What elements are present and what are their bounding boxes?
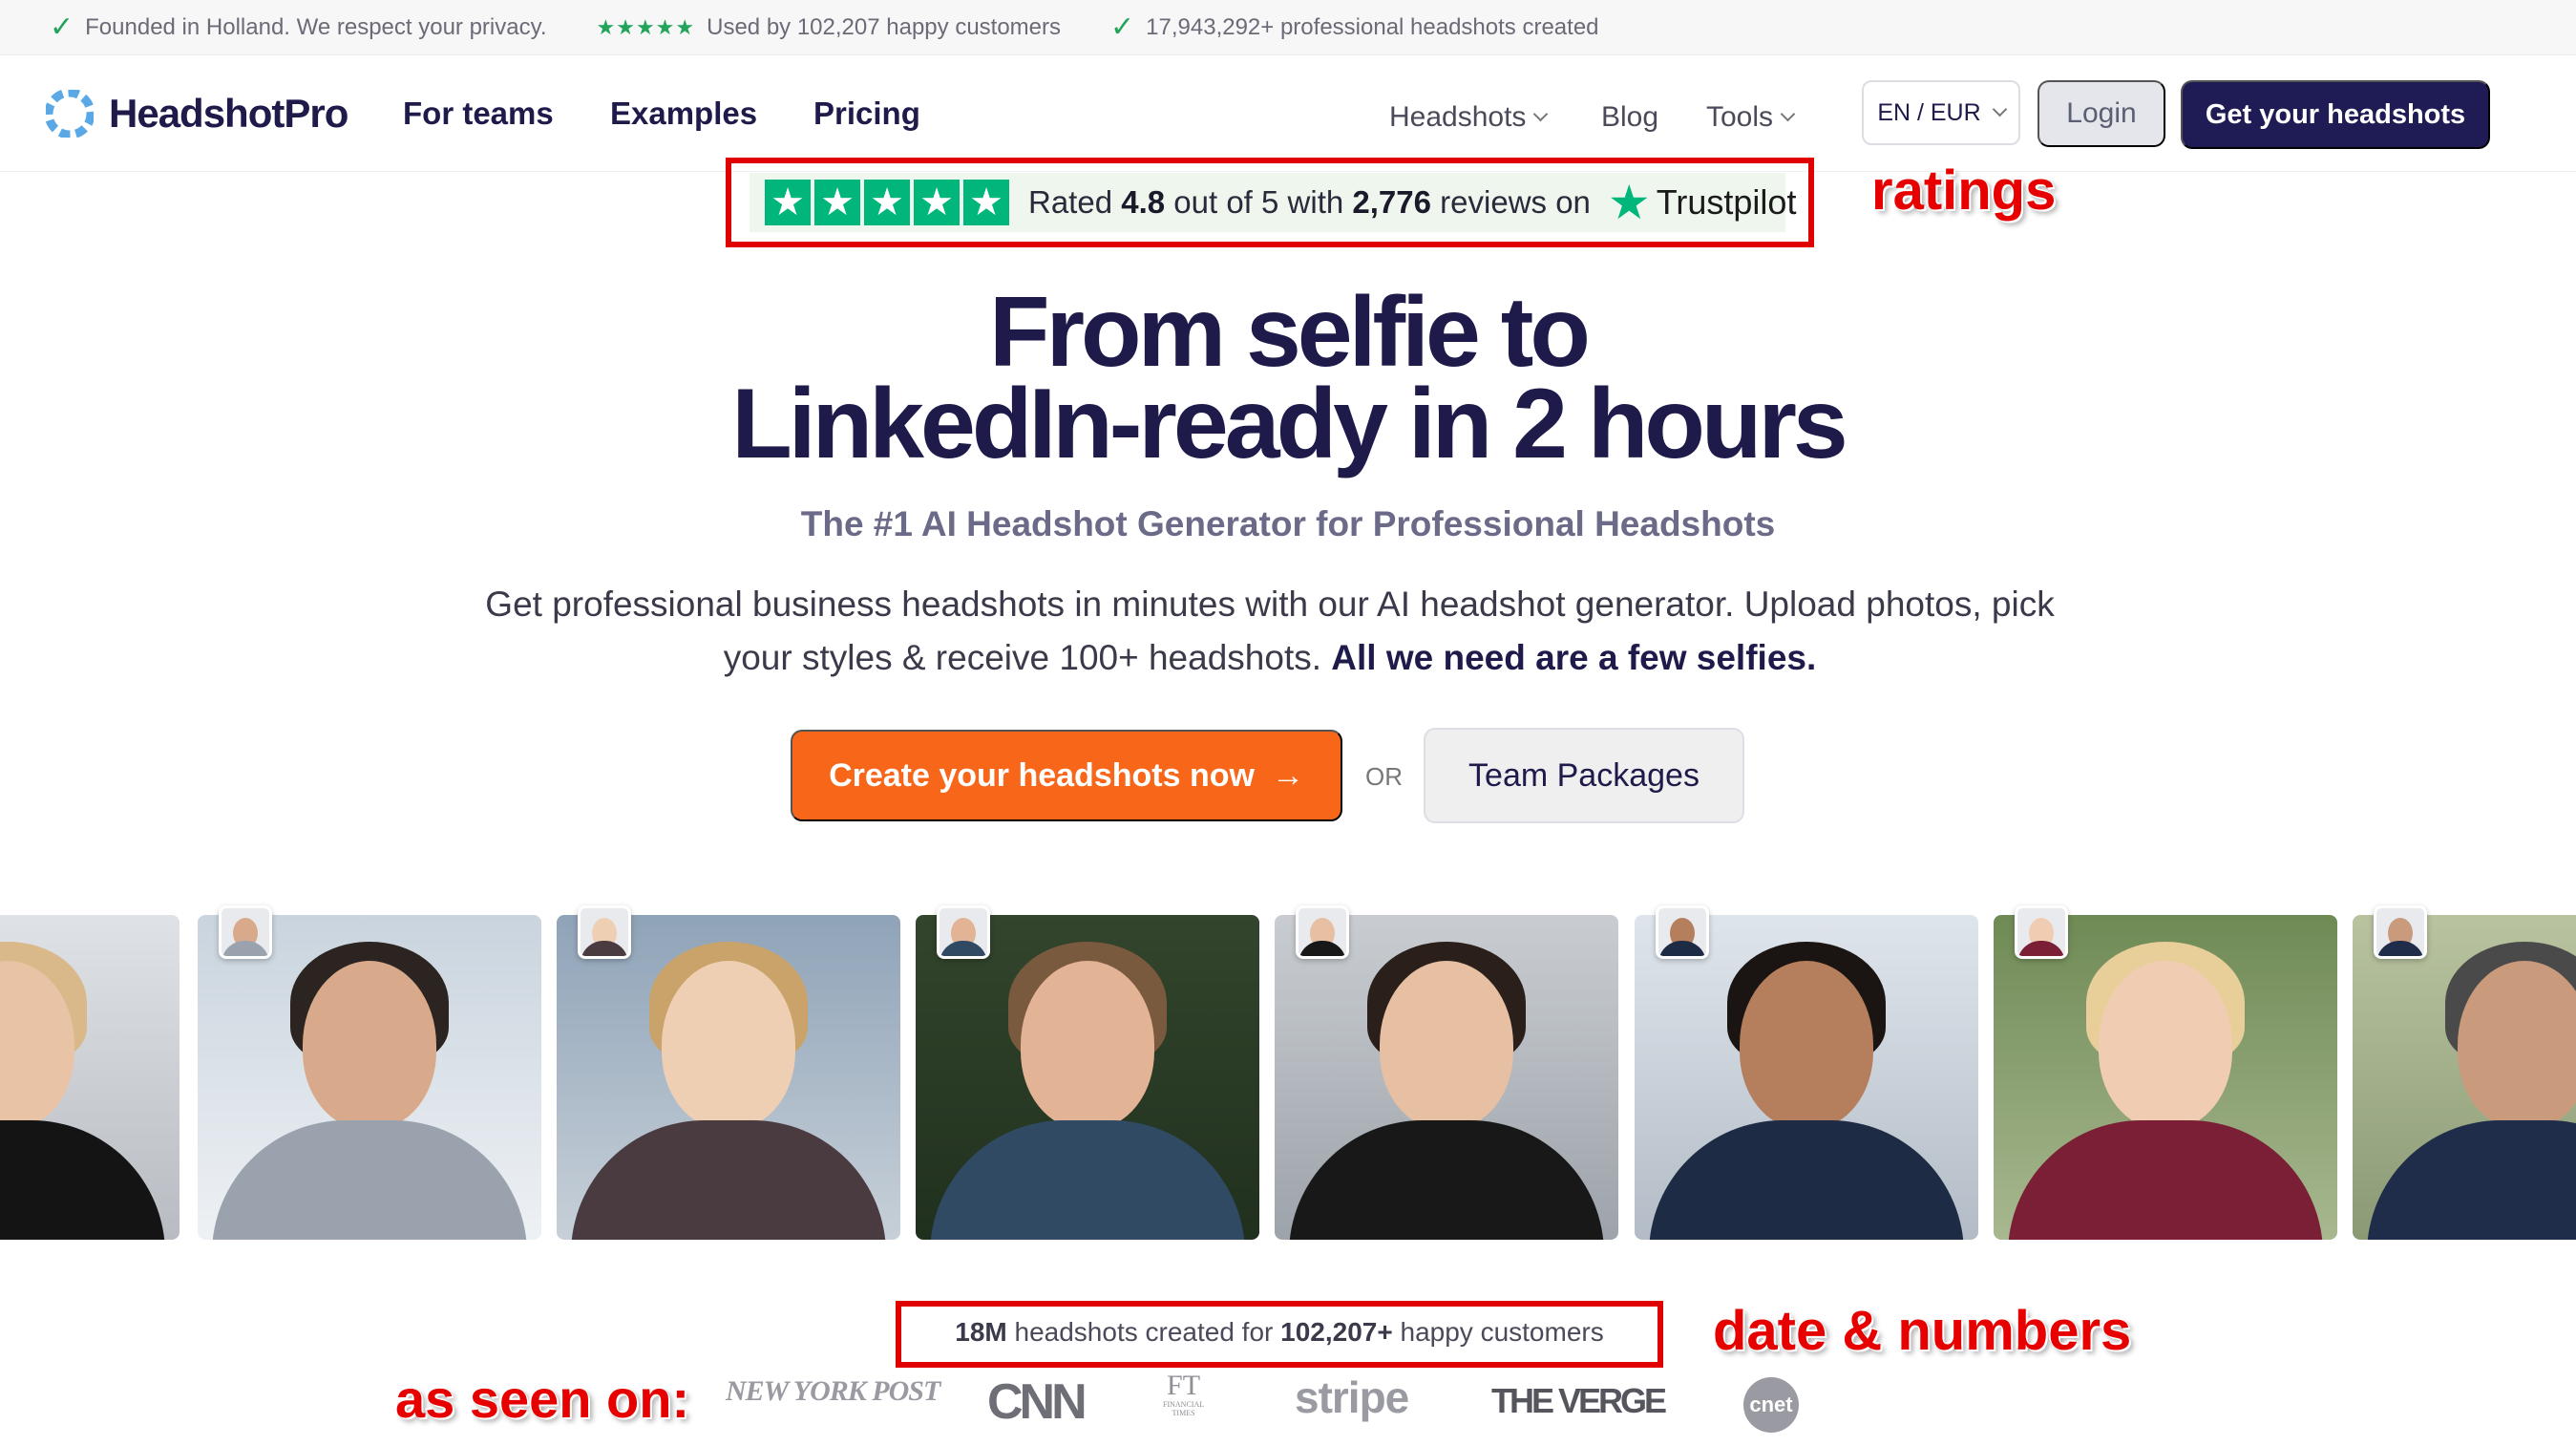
hero-description-text: Get professional business headshots in m… <box>485 585 2055 677</box>
press-logo-cnn: CNN <box>987 1374 1087 1430</box>
or-separator: OR <box>1365 762 1403 791</box>
privacy-note-text: Founded in Holland. We respect your priv… <box>85 13 547 40</box>
customers-note: ★★★★★ Used by 102,207 happy customers <box>597 14 1062 41</box>
selfie-thumbnail <box>2015 905 2068 959</box>
arrow-right-icon: → <box>1271 756 1304 794</box>
headshots-count-text: 17,943,292+ professional headshots creat… <box>1146 13 1599 40</box>
get-headshots-button[interactable]: Get your headshots <box>2181 80 2490 149</box>
selfie-thumbnail <box>937 905 990 959</box>
press-logo-new-york-post: NEW YORK POST <box>726 1375 940 1407</box>
create-headshots-button[interactable]: Create your headshots now → <box>791 730 1342 821</box>
headshot-example <box>1994 915 2337 1240</box>
nav-dropdown-headshots-label: Headshots <box>1389 101 1527 133</box>
language-currency-select[interactable]: EN / EUR <box>1862 80 2020 145</box>
nav-dropdown-tools-label: Tools <box>1706 101 1774 133</box>
ft-small-2: TIMES <box>1172 1409 1195 1417</box>
headshot-example <box>1635 915 1978 1240</box>
selfie-thumbnail <box>219 905 272 959</box>
headshot-example <box>2353 915 2576 1240</box>
brand-logo[interactable]: HeadshotPro <box>46 90 348 138</box>
annotation-numbers: date & numbers <box>1713 1300 2132 1362</box>
nav-link-pricing[interactable]: Pricing <box>813 96 920 132</box>
headshots-count-note: ✓ 17,943,292+ professional headshots cre… <box>1110 11 1599 43</box>
annotation-ratings: ratings <box>1871 159 2057 222</box>
numbers-highlight-box <box>896 1301 1663 1368</box>
hero-title: From selfie to LinkedIn-ready in 2 hours <box>0 277 2576 479</box>
hero-description-bold: All we need are a few selfies. <box>1331 638 1817 677</box>
privacy-note: ✓ Founded in Holland. We respect your pr… <box>50 11 547 43</box>
nav-dropdown-headshots[interactable]: Headshots <box>1389 101 1549 134</box>
check-icon: ✓ <box>50 11 74 43</box>
hero-title-line1: From selfie to <box>989 277 1591 388</box>
headshot-example <box>916 915 1259 1240</box>
nav-link-blog[interactable]: Blog <box>1601 101 1658 134</box>
nav-dropdown-tools[interactable]: Tools <box>1706 101 1796 134</box>
chevron-down-icon <box>1533 106 1549 121</box>
headshot-example <box>1275 915 1618 1240</box>
hero-description: Get professional business headshots in m… <box>477 578 2062 685</box>
selfie-thumbnail <box>2374 905 2427 959</box>
ft-small-1: FINANCIAL <box>1163 1400 1205 1409</box>
login-button[interactable]: Login <box>2038 80 2165 147</box>
chevron-down-icon <box>1992 101 2007 117</box>
headshot-example <box>198 915 541 1240</box>
annotation-seen-on: as seen on: <box>395 1369 690 1429</box>
press-logo-financial-times: FT FINANCIAL TIMES <box>1163 1370 1205 1418</box>
nav-link-for-teams[interactable]: For teams <box>403 96 554 132</box>
press-logo-cnet: cnet <box>1743 1377 1799 1433</box>
top-info-bar: ✓ Founded in Holland. We respect your pr… <box>0 0 2576 55</box>
hero-title-line2: LinkedIn-ready in 2 hours <box>731 369 1848 479</box>
ft-mark: FT <box>1167 1370 1201 1401</box>
chevron-down-icon <box>1780 106 1796 121</box>
selfie-thumbnail <box>1656 905 1709 959</box>
logo-icon <box>46 90 94 138</box>
main-navigation: HeadshotPro For teams Examples Pricing H… <box>0 55 2576 172</box>
star-rating-icon: ★★★★★ <box>596 14 696 39</box>
create-headshots-label: Create your headshots now <box>829 756 1255 794</box>
hero-subtitle: The #1 AI Headshot Generator for Profess… <box>800 504 1776 543</box>
press-logo-the-verge: THE VERGE <box>1491 1381 1667 1420</box>
customers-note-text: Used by 102,207 happy customers <box>707 13 1062 40</box>
ratings-highlight-box <box>726 158 1814 247</box>
press-logo-stripe: stripe <box>1295 1372 1409 1422</box>
team-packages-button[interactable]: Team Packages <box>1424 728 1744 823</box>
headshot-example <box>0 915 179 1240</box>
brand-name: HeadshotPro <box>109 91 348 136</box>
check-icon: ✓ <box>1110 11 1135 43</box>
selfie-thumbnail <box>578 905 631 959</box>
nav-link-examples[interactable]: Examples <box>610 96 757 132</box>
language-currency-value: EN / EUR <box>1877 98 1981 126</box>
headshot-example <box>557 915 900 1240</box>
selfie-thumbnail <box>1296 905 1349 959</box>
